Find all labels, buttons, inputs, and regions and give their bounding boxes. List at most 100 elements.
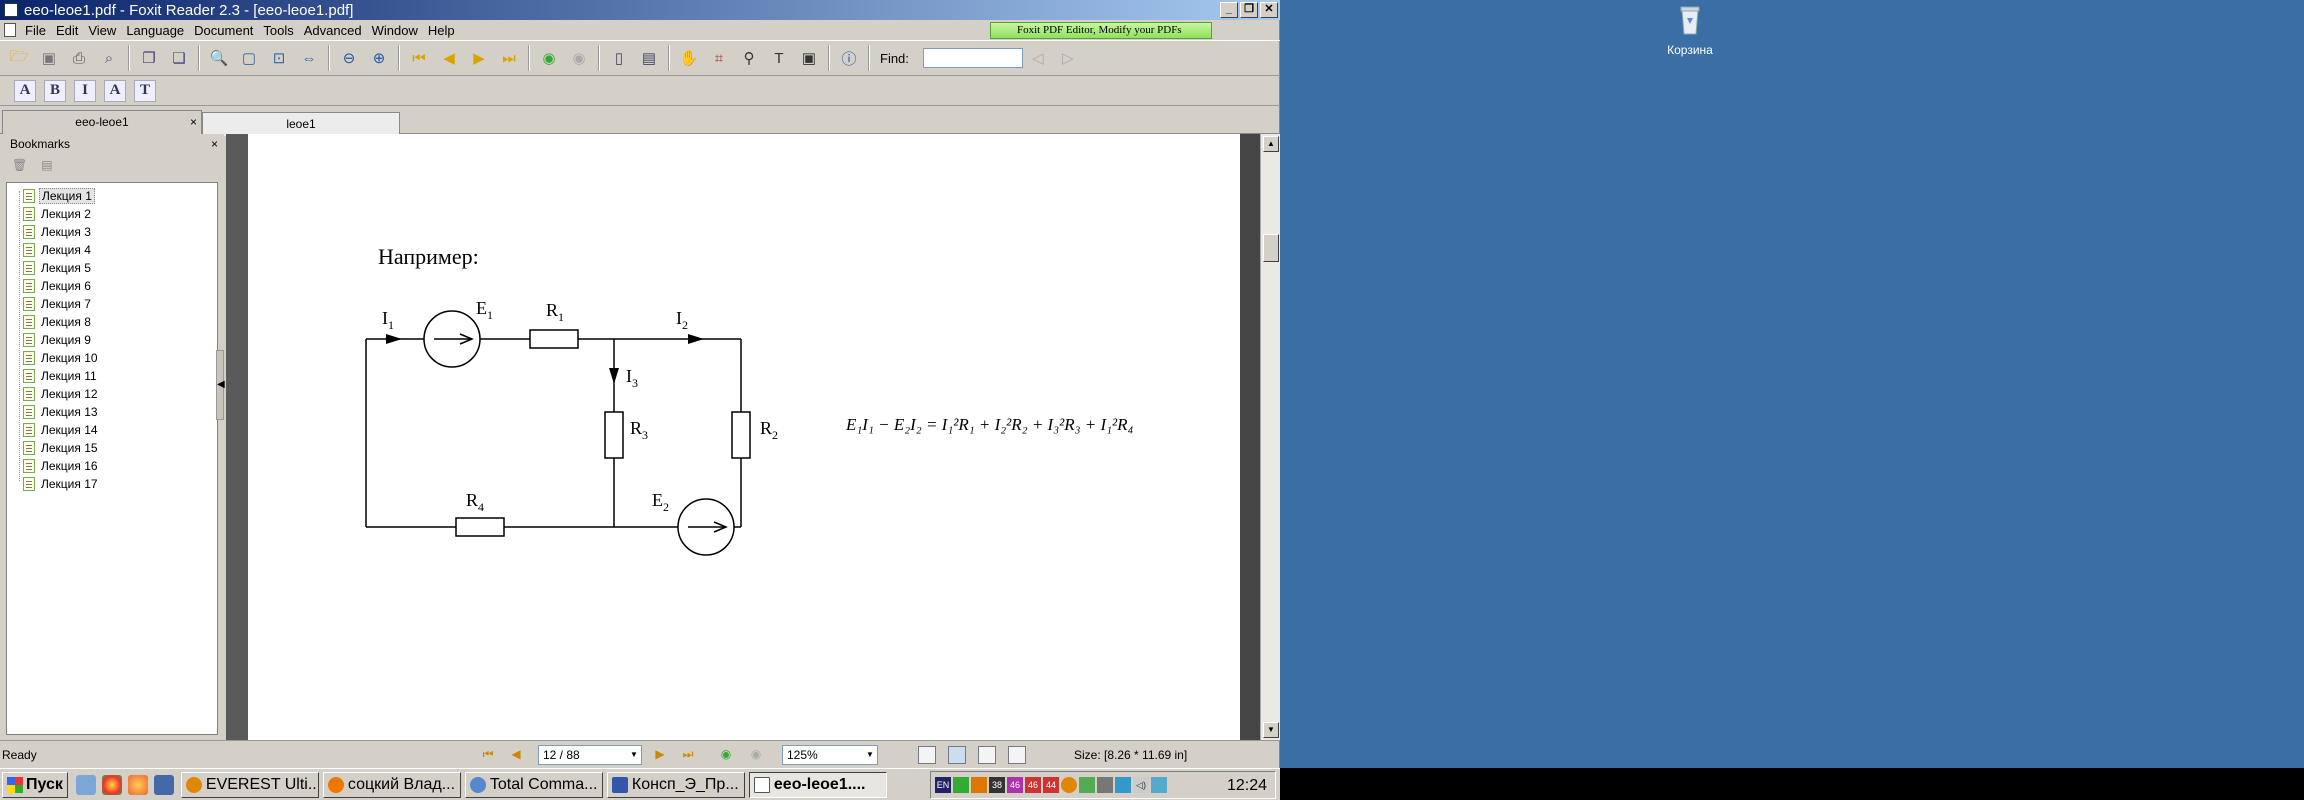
first-page-icon[interactable]: ⏮	[407, 46, 431, 70]
menu-advanced[interactable]: Advanced	[299, 23, 367, 38]
continuous-view-icon[interactable]	[948, 746, 966, 764]
list-item[interactable]: Лекция 15	[7, 439, 217, 457]
last-page-icon[interactable]: ⏭	[497, 46, 521, 70]
temperature-badge[interactable]: 46	[1025, 777, 1041, 793]
status-forward-icon[interactable]: ◉	[748, 747, 764, 763]
close-button[interactable]: ✕	[1260, 2, 1278, 18]
info-icon[interactable]: ⓘ	[837, 46, 861, 70]
menu-window[interactable]: Window	[367, 23, 423, 38]
list-item[interactable]: Лекция 10	[7, 349, 217, 367]
pdf-page[interactable]: Например: I1 E1 R1 I2 I3 R3 R2 R4 E2 E₁I…	[248, 134, 1240, 740]
print-icon[interactable]: ⎙	[67, 46, 91, 70]
list-item[interactable]: Лекция 2	[7, 205, 217, 223]
chrome-icon[interactable]	[101, 774, 122, 795]
minimize-button[interactable]: _	[1220, 2, 1238, 18]
page-number-field[interactable]: 12 / 88 ▼	[538, 745, 642, 765]
single-page-view-icon[interactable]	[918, 746, 936, 764]
temperature-badge[interactable]: 46	[1007, 777, 1023, 793]
note-icon[interactable]: A	[14, 79, 36, 102]
list-item[interactable]: Лекция 6	[7, 277, 217, 295]
facing-view-icon[interactable]	[978, 746, 996, 764]
recycle-bin[interactable]: Корзина	[1660, 0, 1720, 57]
fit-width-icon[interactable]: ⇔	[297, 46, 321, 70]
clock[interactable]: 12:24	[1227, 777, 1267, 795]
status-first-page-icon[interactable]: ⏮	[480, 747, 496, 763]
list-item[interactable]: Лекция 11	[7, 367, 217, 385]
continuous-facing-view-icon[interactable]	[1008, 746, 1026, 764]
document-icon[interactable]	[4, 23, 16, 37]
title-bar[interactable]: eeo-leoe1.pdf - Foxit Reader 2.3 - [eeo-…	[0, 0, 1280, 20]
paste-icon[interactable]: ❏	[167, 46, 191, 70]
tab-eeo-leoe1[interactable]: eeo-leoe1 ×	[2, 110, 202, 134]
list-item[interactable]: Лекция 16	[7, 457, 217, 475]
copy-icon[interactable]: ❐	[137, 46, 161, 70]
snapshot-icon[interactable]: ▣	[797, 46, 821, 70]
chevron-down-icon[interactable]: ▼	[863, 746, 877, 764]
network-icon[interactable]	[1115, 777, 1131, 793]
task-document[interactable]: соцкий Влад...	[322, 771, 461, 798]
tray-app-icon[interactable]	[1151, 777, 1167, 793]
language-indicator[interactable]: EN	[935, 777, 951, 793]
open-icon[interactable]: 🗁	[7, 46, 31, 70]
vertical-scrollbar[interactable]: ▲ ▼	[1260, 134, 1280, 740]
save-icon[interactable]: ▣	[37, 46, 61, 70]
start-button[interactable]: Пуск	[2, 771, 68, 798]
go-forward-icon[interactable]: ◉	[567, 46, 591, 70]
scroll-thumb[interactable]	[1263, 234, 1279, 262]
volume-icon[interactable]: ◁)	[1133, 777, 1149, 793]
tab-leoe1[interactable]: leoe1	[202, 112, 400, 136]
list-item[interactable]: Лекция 14	[7, 421, 217, 439]
menu-help[interactable]: Help	[423, 23, 460, 38]
close-bookmarks-icon[interactable]: ×	[211, 137, 218, 151]
tray-app-icon[interactable]	[971, 777, 987, 793]
computer-icon[interactable]	[153, 774, 174, 795]
bold-icon[interactable]: B	[44, 79, 66, 102]
textbox-icon[interactable]: T	[134, 79, 156, 102]
list-item[interactable]: Лекция 12	[7, 385, 217, 403]
list-item[interactable]: Лекция 9	[7, 331, 217, 349]
find-previous-icon[interactable]: ◁	[1026, 46, 1050, 70]
promo-banner[interactable]: Foxit PDF Editor, Modify your PDFs	[990, 22, 1212, 39]
menu-edit[interactable]: Edit	[51, 23, 83, 38]
restore-button[interactable]: ❐	[1240, 2, 1258, 18]
task-everest[interactable]: EVEREST Ulti...	[180, 771, 319, 798]
panel-splitter[interactable]: ◀	[216, 350, 225, 420]
firefox-icon[interactable]	[127, 774, 148, 795]
hand-tool-icon[interactable]: ✋	[677, 46, 701, 70]
zoom-select[interactable]: 125% ▼	[782, 745, 878, 765]
menu-tools[interactable]: Tools	[258, 23, 298, 38]
text-tool-icon[interactable]: T	[767, 46, 791, 70]
zoom-out-icon[interactable]: ⊖	[337, 46, 361, 70]
menu-language[interactable]: Language	[121, 23, 189, 38]
menu-view[interactable]: View	[83, 23, 121, 38]
tray-app-icon[interactable]	[1079, 777, 1095, 793]
delete-bookmark-icon[interactable]: 🗑	[12, 158, 27, 172]
temperature-badge[interactable]: 44	[1043, 777, 1059, 793]
list-item[interactable]: Лекция 4	[7, 241, 217, 259]
list-item[interactable]: Лекция 5	[7, 259, 217, 277]
continuous-icon[interactable]: ▤	[637, 46, 661, 70]
list-item[interactable]: Лекция 8	[7, 313, 217, 331]
status-last-page-icon[interactable]: ⏭	[680, 747, 696, 763]
scroll-down-icon[interactable]: ▼	[1263, 722, 1279, 738]
list-item[interactable]: Лекция 13	[7, 403, 217, 421]
scroll-up-icon[interactable]: ▲	[1263, 136, 1279, 152]
chevron-down-icon[interactable]: ▼	[627, 746, 641, 764]
find-input[interactable]	[922, 48, 1023, 68]
temperature-badge[interactable]: 38	[989, 777, 1005, 793]
status-back-icon[interactable]: ◉	[718, 747, 734, 763]
actual-size-icon[interactable]: ▢	[237, 46, 261, 70]
find-next-icon[interactable]: ▷	[1056, 46, 1080, 70]
italic-icon[interactable]: I	[74, 79, 96, 102]
tray-app-icon[interactable]	[1061, 777, 1077, 793]
menu-document[interactable]: Document	[189, 23, 258, 38]
find-icon[interactable]: ⚲	[737, 46, 761, 70]
status-next-page-icon[interactable]: ▶	[652, 747, 668, 763]
list-item[interactable]: Лекция 17	[7, 475, 217, 493]
task-total-commander[interactable]: Total Comma...	[464, 771, 603, 798]
single-page-icon[interactable]: ▯	[607, 46, 631, 70]
list-item[interactable]: Лекция 3	[7, 223, 217, 241]
go-back-icon[interactable]: ◉	[537, 46, 561, 70]
select-text-icon[interactable]: ⌗	[707, 46, 731, 70]
next-page-icon[interactable]: ▶	[467, 46, 491, 70]
